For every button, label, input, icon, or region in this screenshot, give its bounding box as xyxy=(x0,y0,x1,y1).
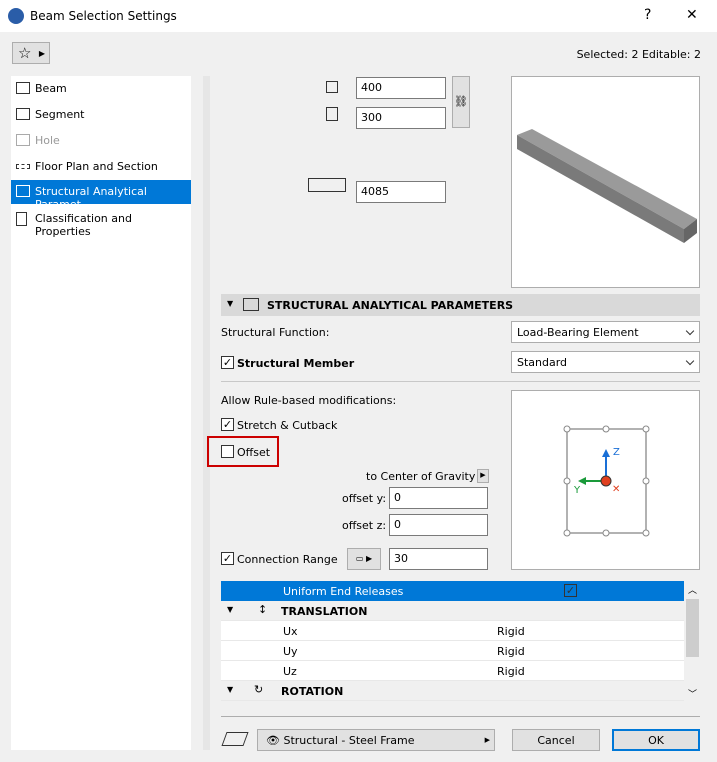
rotation-icon: ↻ xyxy=(254,683,264,696)
caret-right-icon: ▶ xyxy=(480,471,486,479)
layer-icon xyxy=(221,732,249,746)
beam-icon xyxy=(16,82,30,94)
offset-y-label: offset y: xyxy=(342,492,387,505)
sidebar-item-classification[interactable]: Classification and Properties xyxy=(11,207,191,238)
section-title: STRUCTURAL ANALYTICAL PARAMETERS xyxy=(267,299,514,312)
structural-member-dropdown[interactable]: Standard xyxy=(511,351,700,373)
translation-group-row[interactable]: ▼ ↕ TRANSLATION xyxy=(221,601,684,621)
sidebar-item-segment[interactable]: Segment xyxy=(11,103,191,127)
beam-preview-image xyxy=(517,129,697,243)
title-bar: Beam Selection Settings ? ✕ xyxy=(0,0,717,32)
offset-label: Offset xyxy=(237,446,271,459)
uniform-releases-checkbox[interactable]: ✓ xyxy=(564,584,577,597)
table-row[interactable]: Ux Rigid xyxy=(221,621,684,641)
y-axis-label: Y xyxy=(574,485,581,496)
caret-right-icon: ▶ xyxy=(38,49,45,58)
cancel-button[interactable]: Cancel xyxy=(512,729,600,751)
divider xyxy=(221,381,700,382)
connection-type-button[interactable]: ▭ ▶ xyxy=(347,548,381,570)
sidebar-item-floor-plan[interactable]: Floor Plan and Section xyxy=(11,155,191,179)
layer-dropdown[interactable]: 👁 Structural - Steel Frame ▶ xyxy=(257,729,495,751)
chain-icon: ⛓ xyxy=(454,95,468,108)
rotation-group-row[interactable]: ▼ ↻ ROTATION xyxy=(221,681,684,701)
sidebar-item-hole: Hole xyxy=(11,129,191,153)
length-input[interactable]: 4085 xyxy=(356,181,446,203)
structural-function-label: Structural Function: xyxy=(221,326,330,339)
offset-z-label: offset z: xyxy=(342,519,387,532)
offset-reference-label: to Center of Gravity xyxy=(366,470,476,483)
sidebar-item-structural[interactable]: Structural Analytical Paramet... xyxy=(11,180,191,211)
scroll-down-icon[interactable]: ﹀ xyxy=(688,687,697,700)
height-input[interactable]: 400 xyxy=(356,77,446,99)
app-icon xyxy=(8,8,24,24)
z-axis-label: Z xyxy=(613,447,620,458)
window-title: Beam Selection Settings xyxy=(30,9,177,23)
uniform-end-releases-row[interactable]: Uniform End Releases ✓ xyxy=(221,581,684,601)
stretch-checkbox[interactable]: ✓ xyxy=(221,418,234,431)
table-row[interactable]: Uy Rigid xyxy=(221,641,684,661)
ok-button[interactable]: OK xyxy=(612,729,700,751)
help-button[interactable]: ? xyxy=(644,7,651,23)
scroll-divider xyxy=(203,76,210,750)
scroll-thumb[interactable] xyxy=(686,599,699,657)
link-dimensions-button[interactable]: ⛓ xyxy=(452,76,470,128)
hole-icon xyxy=(16,134,30,146)
connection-range-checkbox[interactable]: ✓ xyxy=(221,552,234,565)
classification-icon xyxy=(16,212,27,226)
collapse-triangle-icon: ▼ xyxy=(227,605,234,614)
structural-function-dropdown[interactable]: Load-Bearing Element xyxy=(511,321,700,343)
offset-z-input[interactable]: 0 xyxy=(389,514,488,536)
section-header[interactable]: ▼ STRUCTURAL ANALYTICAL PARAMETERS xyxy=(221,294,700,316)
offset-y-input[interactable]: 0 xyxy=(389,487,488,509)
table-scrollbar[interactable]: ︿ ﹀ xyxy=(685,581,700,703)
offset-checkbox[interactable] xyxy=(221,445,234,458)
collapse-triangle-icon: ▼ xyxy=(227,299,234,308)
collapse-triangle-icon: ▼ xyxy=(227,685,234,694)
x-axis-label: ✕ xyxy=(612,484,621,495)
sidebar-item-beam[interactable]: Beam xyxy=(11,77,191,101)
length-icon xyxy=(308,178,346,192)
floor-plan-icon xyxy=(16,164,30,169)
segment-icon xyxy=(16,108,30,120)
structural-member-checkbox[interactable]: ✓ xyxy=(221,356,234,369)
favorites-button[interactable]: ☆ ▶ xyxy=(12,42,50,64)
selection-info: Selected: 2 Editable: 2 xyxy=(576,48,701,61)
scroll-up-icon[interactable]: ︿ xyxy=(688,583,697,596)
rules-label: Allow Rule-based modifications: xyxy=(221,394,397,407)
connection-range-label: Connection Range xyxy=(237,553,338,566)
section-diagram: Z Y ✕ xyxy=(511,390,700,570)
3d-preview xyxy=(511,76,700,288)
structural-icon xyxy=(16,185,30,197)
width-icon xyxy=(326,107,338,121)
caret-right-icon: ▶ xyxy=(484,736,490,744)
height-icon xyxy=(326,81,338,93)
table-row[interactable]: Uz Rigid xyxy=(221,661,684,681)
width-input[interactable]: 300 xyxy=(356,107,446,129)
structural-section-icon xyxy=(243,298,259,311)
offset-reference-button[interactable]: ▶ xyxy=(477,469,489,483)
eye-icon: 👁 xyxy=(266,734,280,747)
translation-icon: ↕ xyxy=(258,603,268,616)
stretch-label: Stretch & Cutback xyxy=(237,419,338,432)
close-button[interactable]: ✕ xyxy=(686,7,698,23)
axis-diagram xyxy=(563,425,650,537)
structural-member-label: Structural Member xyxy=(237,357,355,370)
connection-range-input[interactable]: 30 xyxy=(389,548,488,570)
star-icon: ☆ xyxy=(18,44,32,62)
footer-divider xyxy=(221,716,700,717)
